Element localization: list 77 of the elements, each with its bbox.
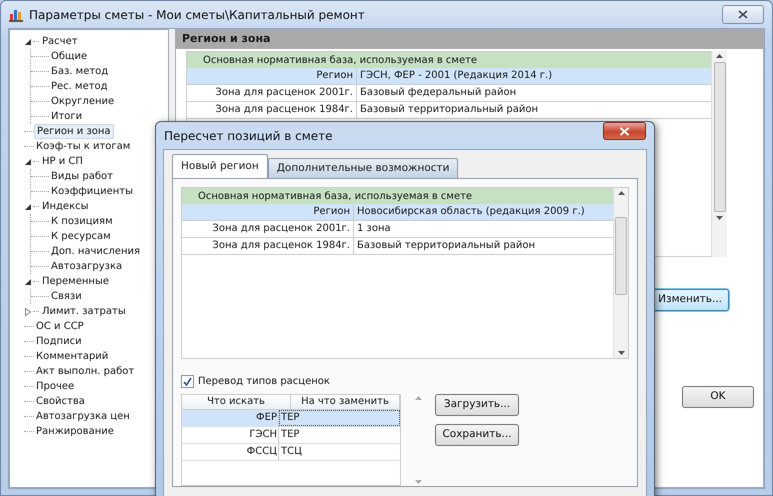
property-value[interactable]: 1 зона	[354, 221, 613, 237]
tree-item[interactable]: Доп. начисления	[49, 245, 142, 258]
scrollbar-thumb[interactable]	[714, 62, 726, 212]
scrollbar[interactable]	[711, 51, 727, 257]
scroll-up-icon[interactable]	[618, 191, 624, 195]
tree-item[interactable]: Коэф-ты к итогам	[34, 140, 132, 153]
scrollbar-thumb[interactable]	[615, 217, 627, 295]
tree-item[interactable]: Виды работ	[49, 170, 115, 183]
panel-header: Регион и зона	[176, 30, 763, 49]
tree-item[interactable]: Связи	[49, 290, 84, 303]
tree-item[interactable]: Регион и зона	[34, 124, 114, 139]
property-label: Зона для расценок 1984г.	[187, 102, 357, 118]
tree-item[interactable]: Расчет	[40, 35, 80, 48]
table-cell-text: ТЕР	[280, 428, 300, 442]
window-title: Параметры сметы - Мои сметы\Капитальный ремонт	[29, 6, 365, 24]
expanded-arrow-icon[interactable]	[24, 202, 32, 212]
tab[interactable]: Дополнительные возможности	[268, 158, 458, 178]
tree-item[interactable]: Автозагрузка цен	[34, 410, 132, 423]
property-label: Зона для расценок 1984г.	[182, 238, 354, 254]
close-icon	[619, 126, 630, 136]
tree-item[interactable]: Итоги	[49, 110, 84, 123]
tree-item[interactable]: Индексы	[40, 200, 91, 213]
tree-item[interactable]: Прочее	[34, 380, 76, 393]
tree-item[interactable]: Автозагрузка	[49, 260, 124, 273]
checkbox[interactable]	[181, 375, 194, 388]
tree-item[interactable]: К позициям	[49, 215, 115, 228]
tree-item[interactable]: Свойства	[34, 395, 87, 408]
table-cell: ГЭСН	[182, 427, 279, 443]
tree-item[interactable]: Ранжирование	[34, 425, 116, 438]
tree-item[interactable]: Баз. метод	[49, 65, 110, 78]
close-button[interactable]	[722, 5, 764, 24]
property-value[interactable]: Новосибирская область (редакция 2009 г.)	[354, 204, 613, 220]
table-cell: ТЕР	[279, 410, 400, 426]
expanded-arrow-icon[interactable]	[24, 276, 32, 286]
property-label: Регион	[182, 204, 354, 220]
column-header[interactable]: На что заменить	[291, 395, 400, 409]
close-icon	[738, 10, 748, 19]
property-value[interactable]: ГЭСН, ФЕР - 2001 (Редакция 2014 г.)	[357, 68, 711, 84]
property-value[interactable]: Базовый федеральный район	[357, 85, 711, 101]
expanded-arrow-icon[interactable]	[24, 36, 32, 46]
tree-item[interactable]: Рес. метод	[49, 80, 110, 93]
scroll-down-icon[interactable]	[716, 216, 723, 220]
app-icon	[9, 8, 23, 22]
ok-button[interactable]: OK	[682, 386, 754, 408]
group-header: Основная нормативная база, используемая в смете	[182, 188, 613, 204]
column-header[interactable]: Что искать	[182, 395, 291, 409]
tree-item[interactable]: Комментарий	[34, 350, 110, 363]
tree-item[interactable]: Округление	[49, 95, 116, 108]
close-button[interactable]	[603, 122, 646, 140]
tree-item[interactable]: Акт выполн. работ	[34, 365, 136, 378]
expanded-arrow-icon[interactable]	[24, 156, 32, 166]
table-cell: ФЕР	[182, 410, 279, 426]
property-label: Регион	[187, 68, 357, 84]
property-value[interactable]: Базовый территориальный район	[354, 238, 613, 254]
group-header: Основная нормативная база, используемая в смете	[187, 52, 711, 68]
scroll-down-icon[interactable]	[618, 351, 624, 355]
collapsed-arrow-icon[interactable]	[24, 306, 32, 316]
dialog-button[interactable]: Сохранить...	[435, 424, 519, 446]
property-value[interactable]: Базовый территориальный район	[357, 102, 711, 118]
property-label: Зона для расценок 2001г.	[182, 221, 354, 237]
tree-item[interactable]: НР и СП	[40, 155, 85, 168]
scroll-up-icon[interactable]	[716, 54, 723, 58]
tree-item[interactable]: Коэффициенты	[49, 185, 136, 198]
table-cell-text: ТСЦ	[280, 445, 303, 459]
tree-item[interactable]: ОС и ССР	[34, 320, 86, 333]
tree-item[interactable]: Подписи	[34, 335, 84, 348]
dialog-title: Пересчет позиций в смете	[164, 128, 333, 144]
scrollbar[interactable]	[613, 188, 628, 358]
table-cell: ФССЦ	[182, 444, 279, 460]
tree-item[interactable]: Лимит. затраты	[40, 305, 128, 318]
tree-item[interactable]: Переменные	[40, 275, 111, 288]
property-label: Зона для расценок 2001г.	[187, 85, 357, 101]
tab[interactable]: Новый регион	[172, 154, 268, 178]
tree-item[interactable]: Общие	[49, 50, 90, 63]
dialog-button[interactable]: Загрузить...	[435, 394, 519, 416]
tree-item[interactable]: К ресурсам	[49, 230, 113, 243]
checkbox-label: Перевод типов расценок	[198, 375, 330, 389]
